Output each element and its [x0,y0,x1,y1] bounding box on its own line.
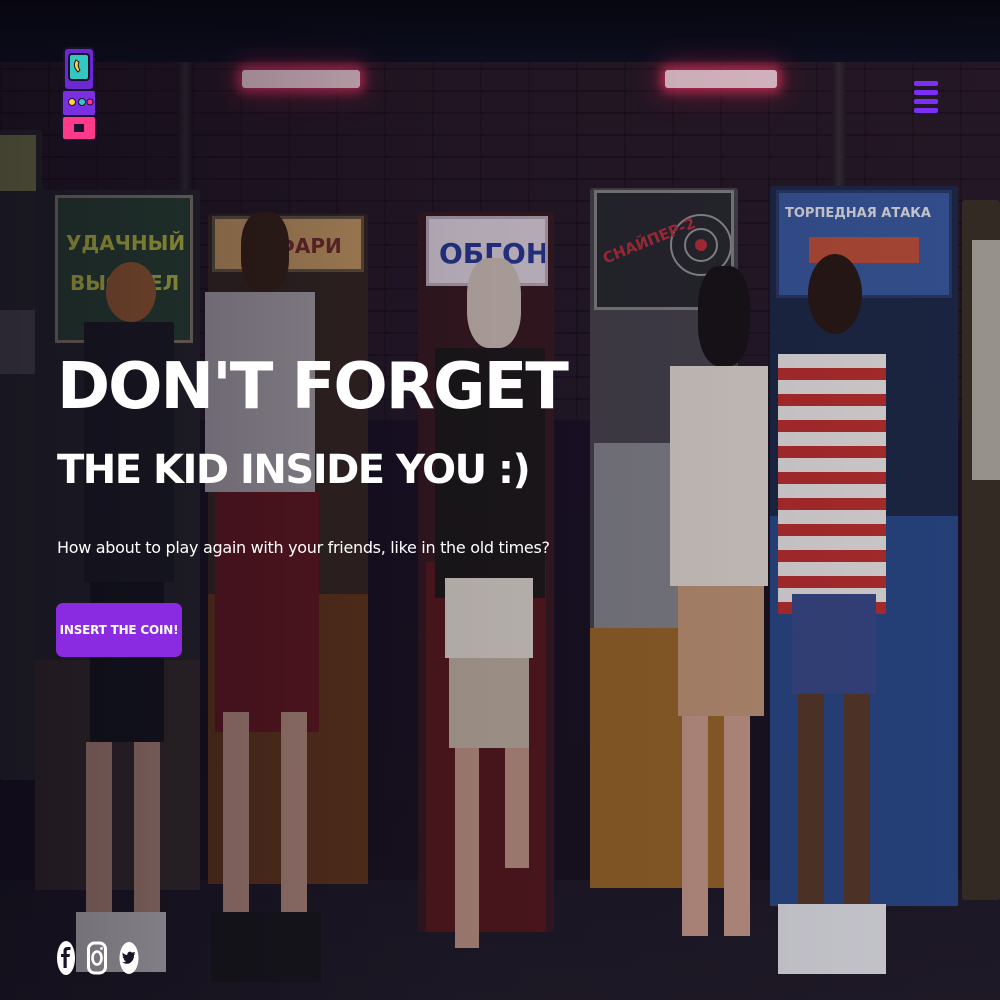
hero-subheadline: THE KID INSIDE YOU :) [57,447,531,493]
facebook-link[interactable] [56,940,76,976]
arcade-logo[interactable] [60,46,98,142]
hero-section: УДАЧНЫЙ ВЫСТРЕЛ ФАРИ ОБГОН [0,0,1000,1000]
instagram-link[interactable] [87,940,107,976]
instagram-icon [87,941,107,975]
dark-overlay [0,0,1000,1000]
facebook-icon [57,941,75,975]
hero-headline: DON'T FORGET [57,350,569,424]
hero-tagline: How about to play again with your friend… [57,538,550,557]
hamburger-menu-icon [914,81,938,113]
arcade-machine-icon [61,47,97,141]
background-photo: УДАЧНЫЙ ВЫСТРЕЛ ФАРИ ОБГОН [0,0,1000,1000]
menu-button[interactable] [914,81,938,115]
insert-coin-button[interactable]: INSERT THE COIN! [56,603,182,657]
twitter-icon [119,942,139,974]
twitter-link[interactable] [119,940,139,976]
